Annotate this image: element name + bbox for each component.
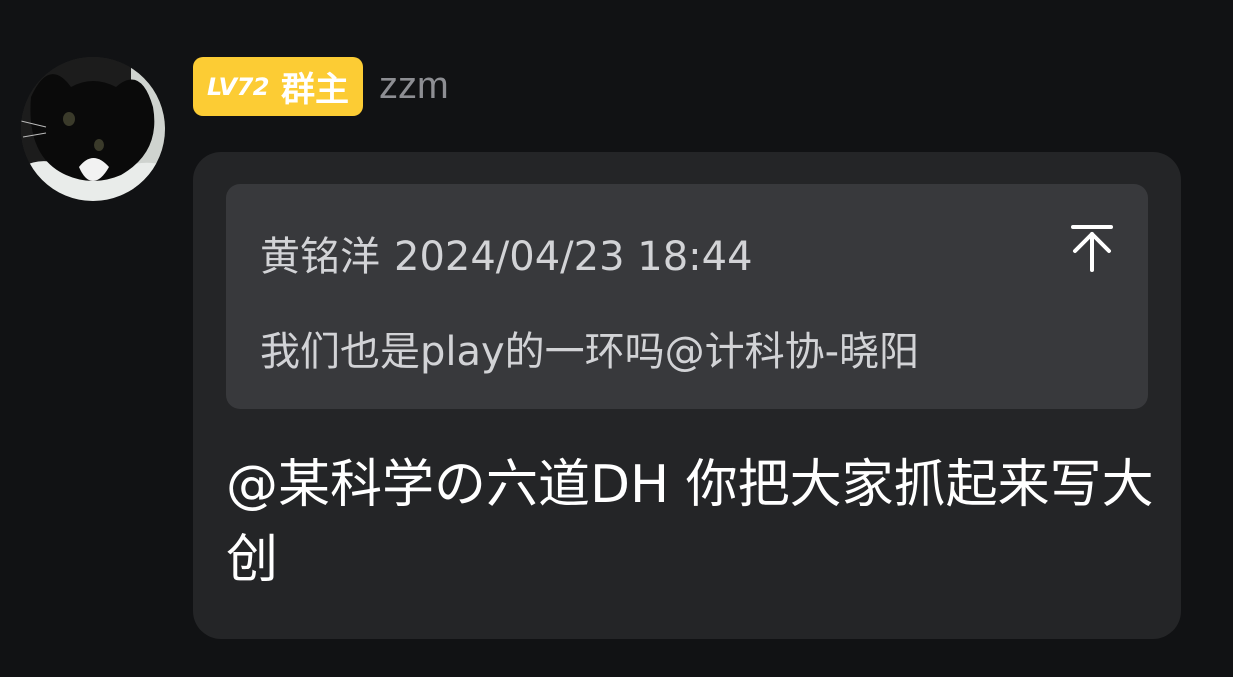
message-bubble[interactable]: 黄铭洋 2024/04/23 18:44 我们也是play的一环吗@计科协-晓阳 … <box>193 152 1181 639</box>
message-text: @某科学の六道DH 你把大家抓起来写大创 <box>226 455 1154 590</box>
badge-level: LV72 <box>207 72 269 101</box>
quote-author: 黄铭洋 <box>260 234 380 280</box>
message-header: LV72 群主 zzm <box>193 57 449 116</box>
group-owner-badge: LV72 群主 <box>193 57 363 116</box>
arrow-up-to-top-icon[interactable] <box>1070 224 1114 272</box>
quoted-message[interactable]: 黄铭洋 2024/04/23 18:44 我们也是play的一环吗@计科协-晓阳 <box>226 184 1148 409</box>
quote-meta: 黄铭洋 2024/04/23 18:44 <box>260 224 753 282</box>
badge-role: 群主 <box>280 70 349 110</box>
avatar[interactable] <box>21 57 165 201</box>
cat-avatar-icon <box>21 57 165 201</box>
chat-message-row: LV72 群主 zzm 黄铭洋 2024/04/23 18:44 我们也是play… <box>0 0 1233 677</box>
quote-text: 我们也是play的一环吗@计科协-晓阳 <box>260 329 920 375</box>
quote-timestamp: 2024/04/23 18:44 <box>394 234 753 280</box>
sender-name[interactable]: zzm <box>379 57 449 116</box>
